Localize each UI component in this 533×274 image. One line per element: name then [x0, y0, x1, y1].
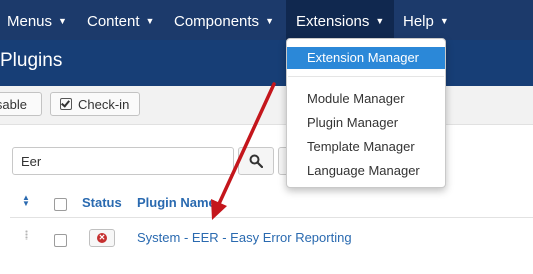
annotation-arrow-icon	[211, 82, 276, 220]
